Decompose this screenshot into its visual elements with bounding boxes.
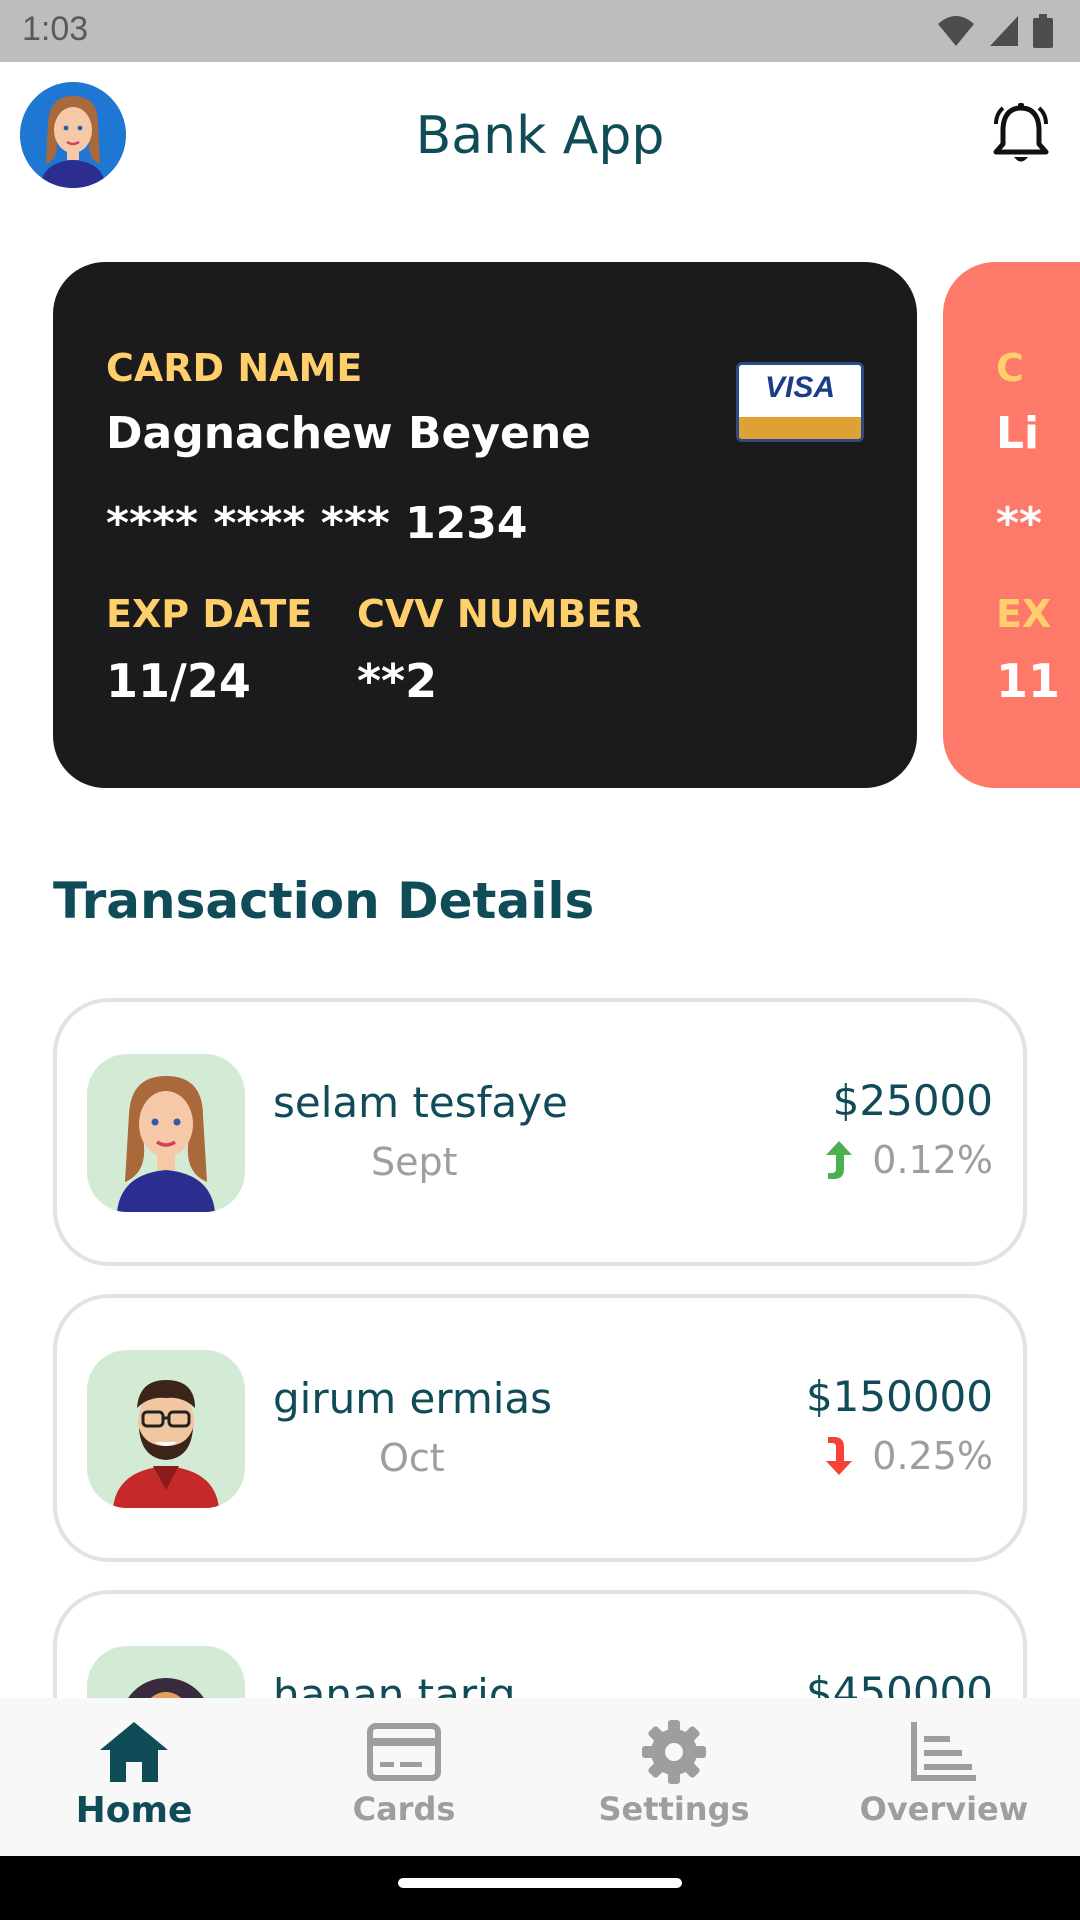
man-avatar-icon: [113, 1380, 219, 1508]
credit-card-icon: [367, 1723, 441, 1781]
card-name-label: CARD NAME: [106, 346, 363, 390]
transaction-amount: $25000: [832, 1076, 993, 1125]
transaction-change-value: 0.25%: [872, 1434, 993, 1478]
transaction-change: 0.25%: [824, 1434, 993, 1478]
status-icons: [936, 14, 1054, 48]
exp-date-value: 11/24: [106, 654, 251, 708]
bell-icon: [993, 103, 1049, 162]
nav-settings[interactable]: Settings: [574, 1718, 774, 1828]
transaction-item[interactable]: girum ermias Oct $150000 0.25%: [53, 1294, 1027, 1562]
exp-label-partial: EX: [996, 592, 1052, 636]
visa-logo: VISA: [736, 362, 864, 442]
status-bar: 1:03: [0, 0, 1080, 62]
wifi-icon: [938, 16, 974, 46]
card-holder-partial: Li: [996, 408, 1040, 459]
exp-value-partial: 11: [996, 654, 1061, 708]
nav-home[interactable]: Home: [34, 1718, 234, 1831]
nav-home-label: Home: [75, 1790, 193, 1831]
bottom-navigation: Home Cards Settings Overview: [0, 1698, 1080, 1856]
transaction-name: selam tesfaye: [273, 1078, 568, 1127]
bank-card-primary[interactable]: CARD NAME Dagnachew Beyene **** **** ***…: [53, 262, 917, 788]
cards-carousel[interactable]: CARD NAME Dagnachew Beyene **** **** ***…: [0, 262, 1080, 788]
cvv-value: **2: [357, 654, 438, 708]
bank-card-secondary[interactable]: C Li ** EX 11: [943, 262, 1080, 788]
nav-settings-label: Settings: [598, 1790, 750, 1828]
transaction-avatar: [87, 1054, 245, 1212]
system-navigation-bar: [0, 1856, 1080, 1920]
woman-avatar-icon: [117, 1076, 215, 1212]
notifications-button[interactable]: [990, 102, 1052, 168]
app-header: Bank App: [0, 62, 1080, 212]
transaction-name: girum ermias: [273, 1374, 553, 1423]
transaction-change: 0.12%: [824, 1138, 993, 1182]
home-icon: [100, 1722, 168, 1782]
nav-cards[interactable]: Cards: [304, 1718, 504, 1828]
transaction-month: Oct: [379, 1436, 445, 1480]
card-number-partial: **: [996, 498, 1043, 549]
visa-text: VISA: [764, 371, 836, 404]
transaction-change-value: 0.12%: [872, 1138, 993, 1182]
status-time: 1:03: [22, 10, 89, 48]
gear-icon: [642, 1720, 706, 1784]
card-holder-name: Dagnachew Beyene: [106, 408, 592, 459]
nav-cards-label: Cards: [352, 1790, 456, 1828]
arrow-up-icon: [826, 1141, 853, 1179]
transaction-details-title: Transaction Details: [53, 872, 595, 930]
nav-overview-label: Overview: [859, 1790, 1029, 1828]
signal-icon: [990, 16, 1018, 46]
card-name-label-partial: C: [996, 346, 1024, 390]
transaction-avatar: [87, 1350, 245, 1508]
transaction-month: Sept: [371, 1140, 458, 1184]
card-number: **** **** *** 1234: [106, 498, 528, 549]
arrow-down-icon: [826, 1437, 853, 1475]
transaction-amount: $150000: [805, 1372, 993, 1421]
cvv-label: CVV NUMBER: [357, 592, 642, 636]
home-gesture-handle[interactable]: [398, 1878, 682, 1888]
exp-date-label: EXP DATE: [106, 592, 313, 636]
app-title: Bank App: [415, 106, 665, 166]
bar-chart-icon: [911, 1722, 976, 1781]
transaction-item[interactable]: selam tesfaye Sept $25000 0.12%: [53, 998, 1027, 1266]
battery-icon: [1033, 14, 1053, 48]
nav-overview[interactable]: Overview: [844, 1718, 1044, 1828]
